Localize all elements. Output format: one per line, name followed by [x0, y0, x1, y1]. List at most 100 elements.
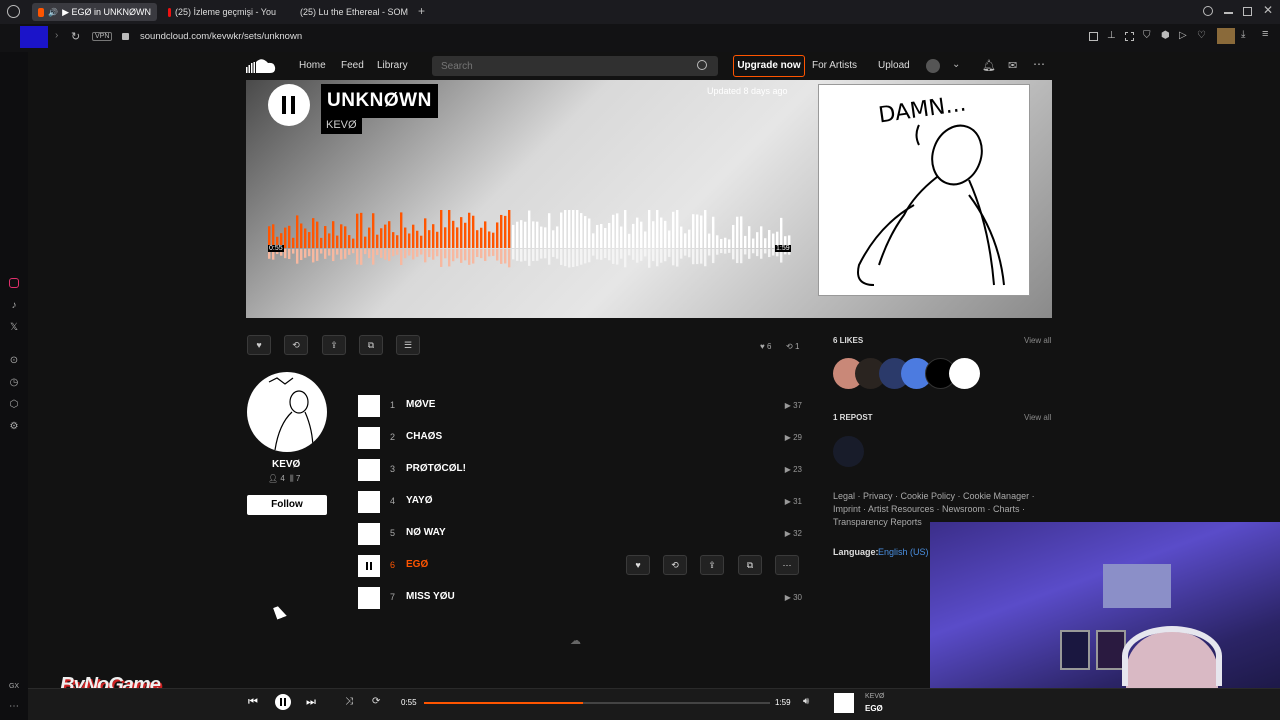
box-icon[interactable]: ⬡	[7, 398, 21, 412]
track-title[interactable]: YAYØ	[406, 495, 433, 506]
track-more-button[interactable]: ⋯	[775, 555, 799, 575]
repeat-button[interactable]: ⟳	[372, 696, 380, 707]
track-title[interactable]: NØ WAY	[406, 527, 446, 538]
now-playing-artist[interactable]: KEVØ	[865, 693, 884, 700]
next-button[interactable]: ⏭︎	[306, 696, 316, 709]
hero-pause-button[interactable]	[268, 84, 310, 126]
play-extension-icon[interactable]: ▷	[1179, 30, 1187, 41]
track-title[interactable]: MØVE	[406, 399, 435, 410]
repost-view-all[interactable]: View all	[1024, 413, 1051, 422]
nav-library[interactable]: Library	[377, 60, 408, 71]
pause-button[interactable]	[275, 694, 291, 710]
shield-icon[interactable]: ⛉	[1143, 30, 1151, 41]
likes-view-all[interactable]: View all	[1024, 336, 1051, 345]
add-to-next-button[interactable]: ☰	[396, 335, 420, 355]
language-selector[interactable]: English (US)	[878, 547, 929, 557]
track-title[interactable]: EGØ	[406, 559, 428, 570]
track-title[interactable]: MISS YØU	[406, 591, 455, 602]
tiktok-icon[interactable]: ♪	[7, 299, 21, 313]
now-playing-artwork[interactable]	[834, 693, 854, 713]
new-tab-button[interactable]: +	[418, 4, 425, 18]
track-title[interactable]: CHAØS	[406, 431, 442, 442]
list-item[interactable]: 5 NØ WAY ▶ 32	[358, 523, 804, 545]
reload-icon[interactable]: ↻	[71, 30, 80, 43]
url-text[interactable]: soundcloud.com/kevwkr/sets/unknown	[140, 31, 302, 42]
nav-for-artists[interactable]: For Artists	[812, 60, 857, 71]
player-icon[interactable]: ⊙	[7, 354, 21, 368]
artist-avatar[interactable]	[247, 372, 327, 452]
gx-icon[interactable]: GX	[7, 680, 21, 694]
search-tabs-icon[interactable]	[1203, 6, 1213, 16]
footer-links-line[interactable]: Imprint · Artist Resources · Newsroom · …	[833, 503, 1043, 516]
heart-extension-icon[interactable]: ♡	[1197, 30, 1206, 41]
search-icon[interactable]	[697, 60, 707, 70]
list-item[interactable]: 7 MISS YØU ▶ 30	[358, 587, 804, 609]
track-artwork[interactable]	[358, 555, 380, 577]
progress-track[interactable]	[424, 702, 770, 704]
settings-icon[interactable]: ⚙	[7, 420, 21, 434]
screenshot-icon[interactable]	[1125, 32, 1134, 41]
extension-icon[interactable]: ⬢	[1161, 30, 1170, 41]
previous-button[interactable]: ⏮︎	[248, 696, 258, 709]
now-playing-track[interactable]: EGØ	[865, 704, 883, 713]
volume-icon[interactable]: 🔊︎	[803, 696, 809, 707]
vpn-badge[interactable]: VPN	[92, 32, 113, 41]
share-button[interactable]: ⇪	[322, 335, 346, 355]
avatar[interactable]	[949, 358, 980, 389]
soundcloud-logo-icon[interactable]	[246, 58, 278, 74]
track-title[interactable]: PRØTØCØL!	[406, 463, 466, 474]
avatar[interactable]	[833, 436, 864, 467]
shuffle-button[interactable]: ⤨	[345, 696, 353, 707]
nav-upload[interactable]: Upload	[878, 60, 910, 71]
forward-icon[interactable]: ›	[55, 30, 58, 41]
artist-followers[interactable]: 👤︎ 4	[268, 474, 285, 483]
user-avatar[interactable]	[926, 59, 940, 73]
browser-tab-active[interactable]: 🔊 ▶ EGØ in UNKNØWN	[32, 3, 157, 21]
chevron-down-icon[interactable]: ⌄	[952, 59, 960, 70]
nav-feed[interactable]: Feed	[341, 60, 364, 71]
pin-icon[interactable]: ⊥	[1107, 30, 1116, 41]
track-repost-button[interactable]: ⟲	[663, 555, 687, 575]
browser-menu-icon[interactable]: ≡	[1262, 28, 1268, 40]
track-share-button[interactable]: ⇪	[700, 555, 724, 575]
restore-icon[interactable]	[1243, 7, 1252, 16]
footer-links-line[interactable]: Legal · Privacy · Cookie Policy · Cookie…	[833, 490, 1043, 503]
download-icon[interactable]: ⤓	[1241, 29, 1245, 40]
like-button[interactable]: ♥	[247, 335, 271, 355]
reader-icon[interactable]	[1089, 32, 1098, 41]
profile-avatar[interactable]	[1217, 28, 1235, 44]
browser-tab[interactable]: (25) Lu the Ethereal - SOM	[290, 3, 410, 21]
bell-icon[interactable]: 🔔︎	[982, 59, 996, 72]
track-copy-button[interactable]: ⧉	[738, 555, 762, 575]
list-item[interactable]: 1 MØVE ▶ 37	[358, 395, 804, 417]
upgrade-button[interactable]: Upgrade now	[733, 55, 805, 77]
x-icon[interactable]: 𝕏	[7, 321, 21, 335]
artist-tracks[interactable]: ⫼ 7	[290, 474, 300, 484]
more-options-icon[interactable]: ⋯	[1033, 57, 1045, 71]
search-input[interactable]	[432, 56, 718, 76]
follow-button[interactable]: Follow	[247, 495, 327, 515]
playlist-artwork[interactable]: DAMN...	[818, 84, 1030, 296]
likes-count[interactable]: ♥ 6	[760, 342, 771, 351]
instagram-icon[interactable]	[9, 278, 19, 288]
minimize-icon[interactable]	[1224, 12, 1233, 14]
nav-home[interactable]: Home	[299, 60, 326, 71]
list-item[interactable]: 2 CHAØS ▶ 29	[358, 427, 804, 449]
more-icon[interactable]: ⋯	[7, 700, 21, 714]
history-icon[interactable]: ◷	[7, 376, 21, 390]
list-item[interactable]: 3 PRØTØCØL! ▶ 23	[358, 459, 804, 481]
repost-button[interactable]: ⟲	[284, 335, 308, 355]
playlist-artist[interactable]: KEVØ	[321, 116, 362, 134]
browser-menu-icon[interactable]	[7, 5, 20, 18]
mail-icon[interactable]: ✉	[1008, 59, 1017, 72]
repost-heading[interactable]: 1 REPOST	[833, 413, 873, 422]
browser-tab[interactable]: (25) İzleme geçmişi - You	[162, 3, 282, 21]
track-like-button[interactable]: ♥	[626, 555, 650, 575]
artist-name[interactable]: KEVØ	[272, 459, 300, 470]
copy-link-button[interactable]: ⧉	[359, 335, 383, 355]
list-item[interactable]: 4 YAYØ ▶ 31	[358, 491, 804, 513]
likes-heading[interactable]: 6 LIKES	[833, 336, 863, 345]
reposts-count[interactable]: ⟲ 1	[786, 342, 799, 351]
close-window-icon[interactable]: ✕	[1263, 3, 1273, 17]
list-item-active[interactable]: 6 EGØ ♥ ⟲ ⇪ ⧉ ⋯	[358, 555, 804, 577]
